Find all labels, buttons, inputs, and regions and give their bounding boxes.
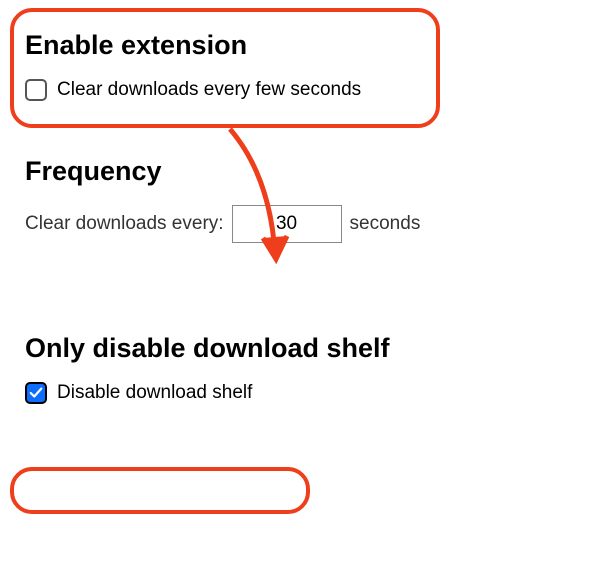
frequency-label-suffix: seconds <box>350 213 421 235</box>
frequency-section: Frequency Clear downloads every: seconds <box>20 156 580 243</box>
disable-shelf-heading: Only disable download shelf <box>25 333 580 364</box>
clear-downloads-label: Clear downloads every few seconds <box>57 79 361 101</box>
frequency-label-prefix: Clear downloads every: <box>25 213 224 235</box>
frequency-input[interactable] <box>232 205 342 243</box>
clear-downloads-checkbox[interactable] <box>25 79 47 101</box>
clear-downloads-checkbox-row: Clear downloads every few seconds <box>25 79 580 101</box>
enable-extension-heading: Enable extension <box>25 30 580 61</box>
disable-shelf-section: Only disable download shelf Disable down… <box>20 333 580 404</box>
disable-shelf-checkbox[interactable] <box>25 382 47 404</box>
frequency-heading: Frequency <box>25 156 580 187</box>
disable-shelf-label: Disable download shelf <box>57 382 252 404</box>
frequency-row: Clear downloads every: seconds <box>25 205 580 243</box>
check-icon <box>29 386 43 400</box>
annotation-highlight-shelf <box>10 467 310 514</box>
disable-shelf-checkbox-row: Disable download shelf <box>25 382 580 404</box>
enable-extension-section: Enable extension Clear downloads every f… <box>20 20 580 101</box>
